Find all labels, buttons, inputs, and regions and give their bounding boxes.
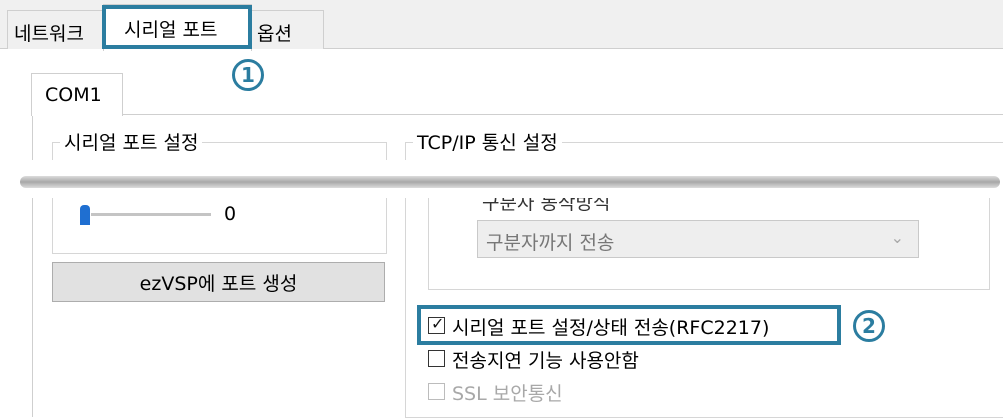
callout-2-badge: 2 xyxy=(853,310,885,342)
check-icon: ✓ xyxy=(431,314,445,333)
tab-com1[interactable]: COM1 xyxy=(31,73,123,116)
rfc2217-label: 시리얼 포트 설정/상태 전송(RFC2217) xyxy=(452,317,770,339)
create-port-button-label: ezVSP에 포트 생성 xyxy=(139,272,298,295)
callout-2-number: 2 xyxy=(862,314,876,338)
tab-options[interactable]: 옵션 xyxy=(250,10,324,49)
serial-tab-highlight xyxy=(102,5,252,49)
screenshot-break-line xyxy=(20,176,1000,188)
tab-options-label: 옵션 xyxy=(257,23,292,45)
slider-thumb[interactable] xyxy=(80,205,90,225)
rfc2217-checkbox[interactable]: ✓ xyxy=(428,314,445,334)
tab-network[interactable]: 네트워크 xyxy=(7,10,103,49)
delimiter-select[interactable]: 구분자까지 전송 ⌄ xyxy=(477,220,919,258)
slider-track[interactable] xyxy=(91,213,211,216)
tab-com1-label: COM1 xyxy=(45,84,102,106)
tab-network-label: 네트워크 xyxy=(14,23,84,45)
callout-1-badge: 1 xyxy=(232,59,264,91)
create-port-button[interactable]: ezVSP에 포트 생성 xyxy=(52,262,385,302)
no-delay-checkbox[interactable] xyxy=(428,350,445,367)
ssl-label: SSL 보안통신 xyxy=(452,383,563,405)
ssl-checkbox[interactable] xyxy=(428,383,445,400)
serial-settings-title: 시리얼 포트 설정 xyxy=(60,128,203,155)
callout-1-number: 1 xyxy=(241,63,255,87)
tcpip-settings-title: TCP/IP 통신 설정 xyxy=(413,128,562,155)
no-delay-label: 전송지연 기능 사용안함 xyxy=(452,350,639,372)
chevron-down-icon: ⌄ xyxy=(890,228,904,247)
slider-value: 0 xyxy=(224,203,237,225)
delimiter-select-value: 구분자까지 전송 xyxy=(486,232,615,254)
serial-settings-group xyxy=(52,142,387,254)
